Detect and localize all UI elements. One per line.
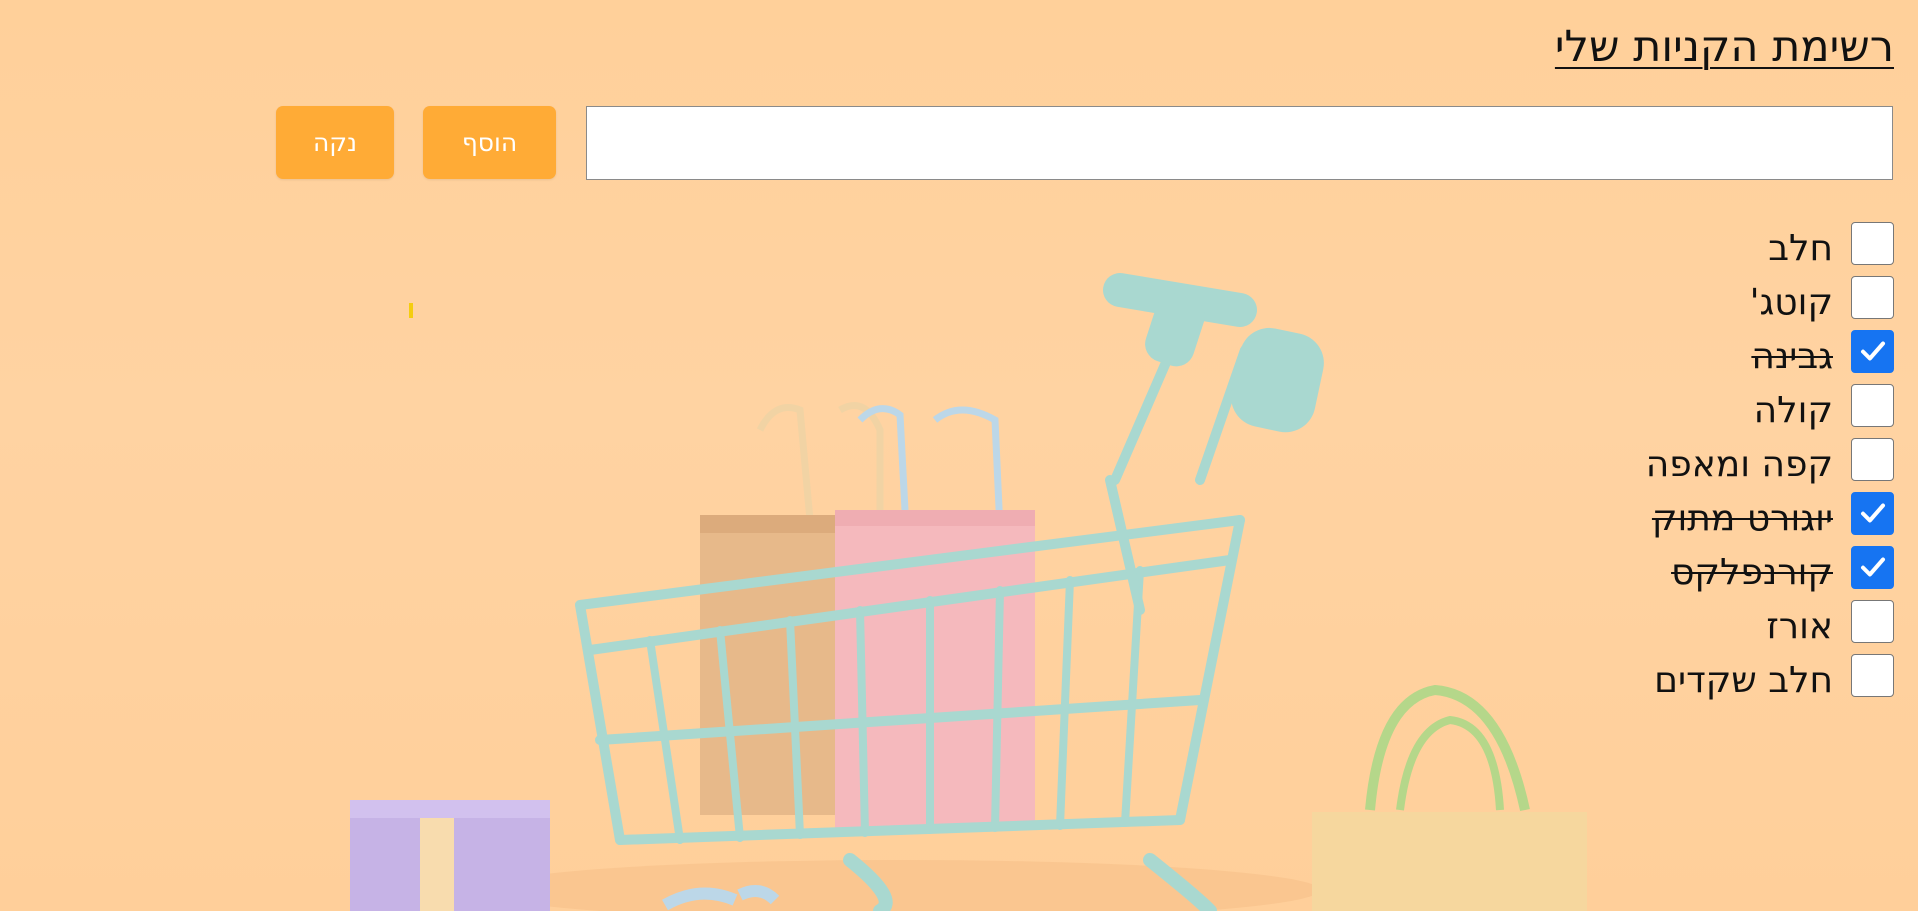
checkmark-icon	[1860, 341, 1885, 361]
list-item: קפה ומאפה	[1194, 432, 1894, 486]
list-item: קורנפלקס	[1194, 540, 1894, 594]
list-item: חלב שקדים	[1194, 648, 1894, 702]
item-label: קפה ומאפה	[1645, 444, 1833, 485]
clear-button[interactable]: נקה	[276, 106, 394, 179]
list-item: קוטג'	[1194, 270, 1894, 324]
item-label: יוגורט מתוק	[1651, 498, 1833, 539]
shopping-list-app: רשימת הקניות שלי הוסף נקה חלב קוטג' גבינ…	[0, 0, 1918, 911]
item-label: אורז	[1766, 606, 1833, 647]
list-item: יוגורט מתוק	[1194, 486, 1894, 540]
item-label: קורנפלקס	[1671, 552, 1833, 593]
item-label: חלב שקדים	[1654, 660, 1833, 701]
item-input[interactable]	[586, 106, 1893, 180]
text-cursor-marker	[409, 303, 413, 318]
list-item: אורז	[1194, 594, 1894, 648]
item-checkbox[interactable]	[1851, 329, 1894, 373]
list-item: קולה	[1194, 378, 1894, 432]
item-checkbox[interactable]	[1851, 221, 1894, 265]
item-checkbox[interactable]	[1851, 653, 1894, 697]
item-label: גבינה	[1751, 336, 1833, 377]
page-title: רשימת הקניות שלי	[1554, 22, 1894, 72]
list-item: חלב	[1194, 216, 1894, 270]
item-checkbox[interactable]	[1851, 491, 1894, 535]
item-checkbox[interactable]	[1851, 275, 1894, 319]
item-label: קולה	[1753, 390, 1833, 431]
add-button[interactable]: הוסף	[423, 106, 556, 179]
item-checkbox[interactable]	[1851, 437, 1894, 481]
item-label: חלב	[1768, 228, 1833, 269]
shopping-list: חלב קוטג' גבינה קולה קפה ומאפה יוגורט מת…	[1194, 216, 1894, 702]
item-label: קוטג'	[1749, 282, 1833, 323]
item-checkbox[interactable]	[1851, 383, 1894, 427]
item-checkbox[interactable]	[1851, 545, 1894, 589]
checkmark-icon	[1860, 557, 1885, 577]
checkmark-icon	[1860, 503, 1885, 523]
item-checkbox[interactable]	[1851, 599, 1894, 643]
list-item: גבינה	[1194, 324, 1894, 378]
